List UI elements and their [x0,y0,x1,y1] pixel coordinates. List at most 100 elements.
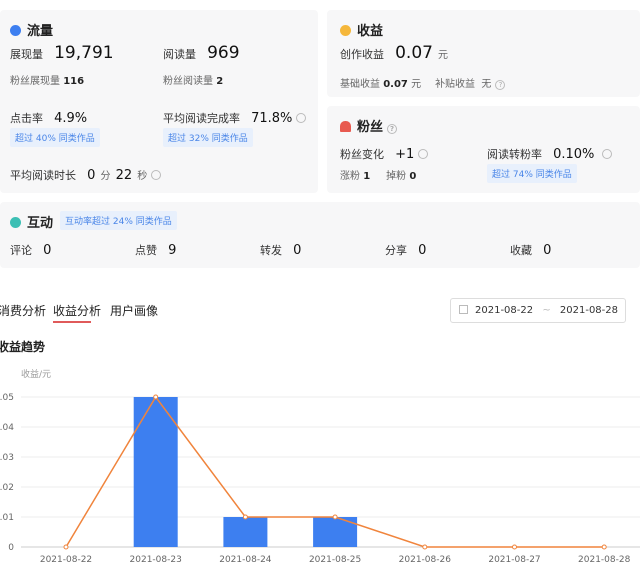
x-tick-label: 2021-08-26 [399,555,452,565]
income-card: 收益 创作收益 0.07 元 基础收益 0.07 元补贴收益 无? [327,10,640,97]
bar[interactable] [223,517,268,547]
interaction-value: 0 [543,243,552,258]
y-tick-label: 0.01 [0,513,14,523]
completion-label: 平均阅读完成率 [163,112,240,125]
traffic-title-text: 流量 [27,24,54,39]
subsidy-label: 补贴收益 [435,79,476,90]
bar[interactable] [133,397,178,547]
duration-sec: 22 [115,168,133,183]
loss-value: 0 [409,171,417,182]
conv-value: 0.10% [553,147,595,162]
fan-impressions-value: 116 [63,76,85,87]
duration-label: 平均阅读时长 [10,169,76,182]
interaction-item: 分享 0 [385,239,426,258]
x-tick-label: 2021-08-22 [40,555,92,565]
completion-badge: 超过 32% 同类作品 [163,128,253,147]
fan-reads-value: 2 [216,76,224,87]
y-tick-label: 0.03 [0,453,14,463]
fan-reads-label: 粉丝阅读量 [163,76,213,87]
interaction-title: 互动 [27,216,54,231]
creation-unit: 元 [438,50,449,61]
fans-change-value: +1 [395,147,415,162]
active-tab-indicator [53,321,91,323]
conv-label: 阅读转粉率 [487,148,542,161]
interaction-card: 互动 互动率超过 24% 同类作品 评论 0 点赞 9 转发 0 分享 0 收藏 0 [0,202,640,268]
x-tick-label: 2021-08-23 [130,555,182,565]
date-range-picker[interactable]: 2021-08-22 ~ 2021-08-28 [450,298,626,323]
reads-value: 969 [207,43,240,63]
traffic-title: 流量 [10,20,53,39]
help-icon[interactable]: ? [387,124,398,134]
creation-value: 0.07 [395,43,433,63]
fans-title: 粉丝 [357,120,384,135]
date-separator: ~ [542,305,551,316]
min-unit: 分 [100,171,111,182]
tab-income[interactable]: 收益分析 [53,302,101,319]
line-point[interactable] [153,394,159,400]
y-tick-label: 0.05 [0,393,14,403]
conv-badge: 超过 74% 同类作品 [487,164,577,183]
base-unit: 元 [411,79,422,90]
reads-label: 阅读量 [163,48,196,61]
interaction-item: 点赞 9 [135,239,176,258]
income-title: 收益 [357,24,384,39]
tab-user-profile[interactable]: 用户画像 [110,302,158,319]
gain-value: 1 [363,171,371,182]
line-point[interactable] [422,544,428,550]
fans-change-label: 粉丝变化 [340,148,384,161]
ctr-label: 点击率 [10,112,43,125]
gain-label: 涨粉 [340,171,360,182]
x-tick-label: 2021-08-27 [488,555,540,565]
fans-card: 粉丝? 粉丝变化 +1 阅读转粉率 0.10% 涨粉 1 掉粉 0 超过 74% … [327,106,640,193]
date-start: 2021-08-22 [475,305,534,316]
interaction-label: 评论 [10,244,32,257]
interaction-value: 0 [293,243,302,258]
x-tick-label: 2021-08-25 [309,555,361,565]
history-icon[interactable] [151,170,162,180]
interaction-badge: 互动率超过 24% 同类作品 [60,211,177,230]
history-icon[interactable] [418,149,429,159]
interaction-item: 收藏 0 [510,239,551,258]
base-value: 0.07 [383,79,408,90]
creation-label: 创作收益 [340,48,384,61]
duration-min: 0 [87,168,96,183]
line-point[interactable] [242,514,248,520]
interaction-label: 分享 [385,244,407,257]
ctr-badge: 超过 40% 同类作品 [10,128,100,147]
sec-unit: 秒 [137,171,148,182]
interaction-item: 评论 0 [10,239,51,258]
y-tick-label: 0.02 [0,483,14,493]
fan-impressions-label: 粉丝展现量 [10,76,60,87]
chat-icon [10,217,21,228]
history-icon[interactable] [602,149,613,159]
line-point[interactable] [63,544,69,550]
history-icon[interactable] [296,113,307,123]
base-label: 基础收益 [340,79,380,90]
coin-icon [340,25,351,36]
user-icon [340,121,351,132]
y-tick-label: 0 [8,543,14,553]
impressions-label: 展现量 [10,48,43,61]
line-point[interactable] [601,544,607,550]
traffic-icon [10,25,21,36]
tab-consumption[interactable]: 消费分析 [0,302,46,319]
interaction-label: 收藏 [510,244,532,257]
date-end: 2021-08-28 [559,305,619,316]
loss-label: 掉粉 [386,171,407,182]
x-tick-label: 2021-08-28 [578,555,631,565]
traffic-card: 流量 展现量 19,791 阅读量 969 粉丝展现量 116 粉丝阅读量 2 … [0,10,318,193]
interaction-item: 转发 0 [260,239,301,258]
interaction-label: 点赞 [135,244,157,257]
subsidy-value: 无 [481,79,492,90]
line-point[interactable] [332,514,338,520]
interaction-value: 0 [43,243,52,258]
income-chart: 0 0.01 0.02 0.03 0.04 0.05 2021-08-22 2021-08-2… [0,393,640,565]
line-point[interactable] [512,544,517,550]
interaction-value: 0 [418,243,427,258]
y-tick-label: 0.04 [0,423,14,433]
completion-value: 71.8% [251,111,293,126]
interaction-value: 9 [168,243,177,258]
impressions-value: 19,791 [54,43,114,63]
y-axis-label: 收益/元 [21,370,52,380]
help-icon[interactable]: ? [495,80,506,90]
